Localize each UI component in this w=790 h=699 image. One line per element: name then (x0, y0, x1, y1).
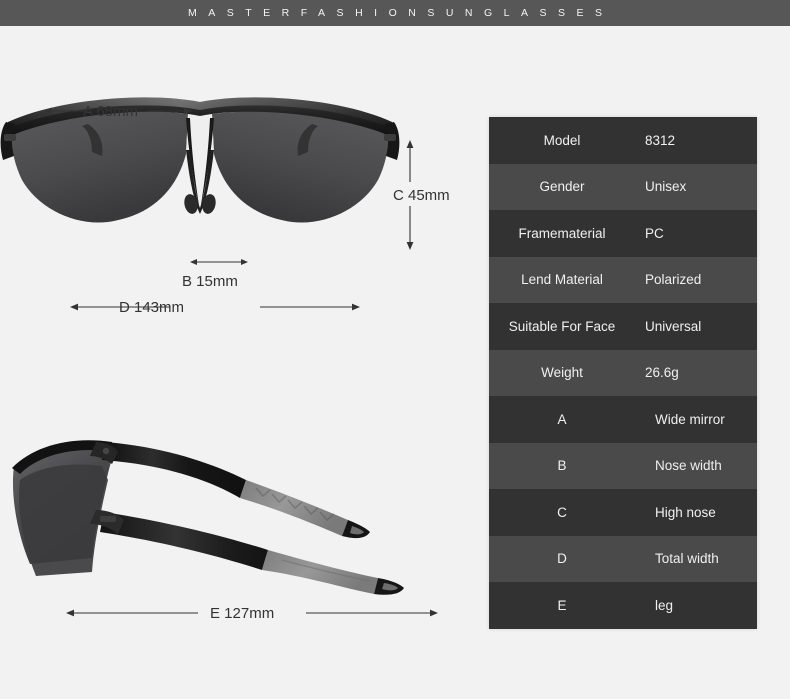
spec-table-row: B Nose width (489, 442, 757, 489)
spec-value-cell: High nose (655, 504, 716, 520)
lower-temple-grip (262, 550, 378, 594)
spec-value-cell: Polarized (645, 272, 702, 288)
spec-key-cell: B (557, 458, 567, 474)
spec-value-cell: leg (655, 597, 674, 613)
spec-key-cell: Lend Material (521, 272, 603, 288)
spec-value-cell: Nose width (655, 458, 722, 474)
dimension-label-b: B 15mm (182, 273, 238, 290)
spec-table-row: Gender Unisex (489, 163, 757, 210)
specification-table: Model 8312 Gender Unisex Framematerial PC Lend… (489, 117, 757, 629)
spec-key-cell: C (557, 504, 567, 520)
left-hinge-detail (4, 134, 16, 141)
left-lens (11, 111, 189, 223)
spec-key-cell: E (557, 597, 567, 613)
right-hinge-detail (384, 134, 396, 141)
spec-table-row: Framematerial PC (489, 210, 757, 257)
brand-banner: MASTERFASHIONSUNGLASSES (0, 0, 790, 26)
spec-table-row: A Wide mirror (489, 396, 757, 443)
spec-value-cell: 26.6g (645, 365, 679, 381)
dimension-arrow-b (190, 259, 248, 265)
upper-temple-arm (102, 442, 246, 498)
spec-table-row: Lend Material Polarized (489, 256, 757, 303)
spec-key-cell: Weight (541, 365, 583, 381)
spec-key-cell: A (557, 411, 567, 427)
spec-value-cell: 8312 (645, 132, 676, 148)
spec-table-row: Suitable For Face Universal (489, 303, 757, 350)
spec-table-row: Weight 26.6g (489, 349, 757, 396)
dimension-label-e: E 127mm (210, 605, 275, 622)
dimension-label-c: C 45mm (393, 187, 450, 204)
spec-table-row: Model 8312 (489, 117, 757, 164)
side-view-svg (12, 440, 404, 595)
spec-key-cell: Model (543, 132, 581, 148)
dimension-label-a: A 68mm (83, 103, 139, 120)
lower-hinge-detail (100, 516, 116, 522)
spec-table-row: Eleg (489, 582, 757, 629)
lower-temple-arm (100, 512, 268, 570)
spec-value-cell: Unisex (645, 179, 687, 195)
spec-key-cell: Framematerial (518, 225, 606, 241)
dimension-arrow-d (70, 303, 360, 311)
right-lens (212, 111, 389, 223)
spec-key-cell: D (557, 551, 567, 567)
spec-table-row: C High nose (489, 489, 757, 536)
spec-key-cell: Gender (539, 179, 585, 195)
spec-value-cell: Total width (655, 551, 719, 567)
spec-value-cell: Wide mirror (655, 411, 725, 427)
spec-key-cell: Suitable For Face (508, 318, 616, 334)
spec-value-cell: PC (645, 225, 664, 241)
dimension-label-d: D 143mm (119, 299, 185, 316)
spec-value-cell: Universal (645, 318, 702, 334)
brand-banner-text: MASTERFASHIONSUNGLASSES (187, 7, 614, 19)
upper-hinge-screw (102, 447, 110, 455)
spec-table-row: D Total width (489, 535, 757, 582)
specification-table-body: Model 8312 Gender Unisex Framematerial PC Lend… (489, 117, 757, 629)
product-spec-sheet: MASTERFASHIONSUNGLASSES A 68mm C 45mm B … (0, 0, 790, 699)
